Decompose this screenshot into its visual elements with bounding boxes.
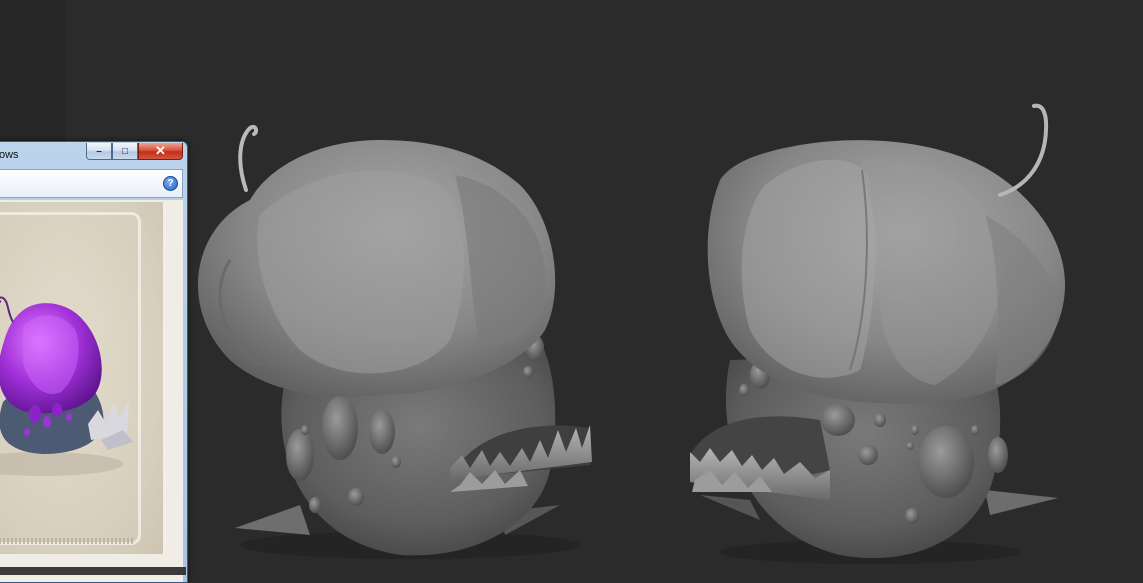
minimize-icon: – bbox=[96, 145, 102, 157]
window-title: ows bbox=[0, 149, 19, 161]
image-viewer-window[interactable]: ows – □ ✕ ? bbox=[0, 141, 188, 583]
close-icon: ✕ bbox=[155, 143, 166, 158]
window-bottom-edge bbox=[0, 567, 186, 575]
concept-creature-illustration bbox=[0, 296, 133, 476]
help-icon[interactable]: ? bbox=[163, 176, 178, 191]
minimize-button[interactable]: – bbox=[86, 143, 112, 160]
viewer-image-area bbox=[0, 200, 183, 582]
concept-art-card bbox=[0, 202, 166, 554]
card-barcode bbox=[0, 538, 133, 544]
maximize-button[interactable]: □ bbox=[112, 143, 138, 160]
window-controls: – □ ✕ bbox=[86, 143, 183, 160]
sculpt-front-view bbox=[690, 103, 1065, 564]
sculpt-left-view bbox=[197, 124, 592, 559]
viewer-toolbar: ? bbox=[0, 169, 183, 198]
maximize-icon: □ bbox=[121, 145, 129, 157]
close-button[interactable]: ✕ bbox=[138, 143, 183, 160]
